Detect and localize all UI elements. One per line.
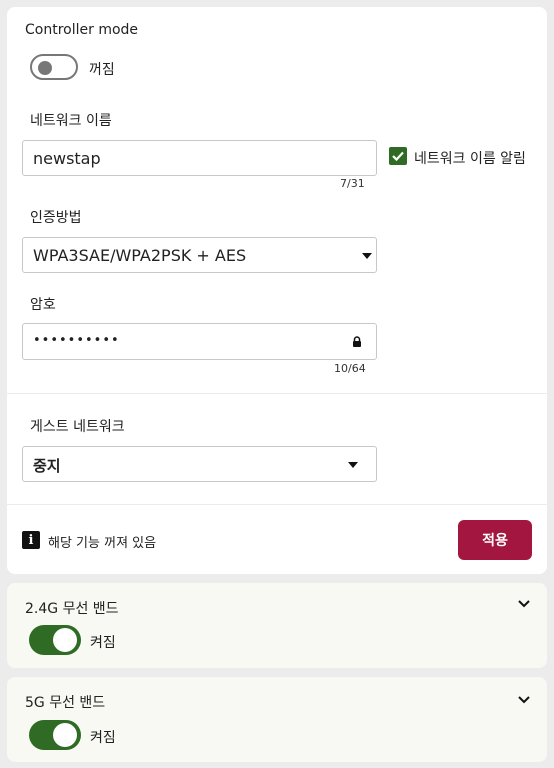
wireless-settings-card: Controller mode 꺼짐 네트워크 이름 newstap 7/31 … — [7, 7, 547, 574]
password-label: 암호 — [30, 297, 56, 313]
password-counter: 10/64 — [334, 362, 366, 375]
dropdown-caret-icon — [362, 253, 372, 259]
auth-method-label: 인증방법 — [30, 210, 82, 226]
guest-network-value: 중지 — [33, 457, 61, 475]
network-name-label: 네트워크 이름 — [30, 113, 112, 129]
band-5g-toggle[interactable] — [29, 720, 81, 750]
controller-mode-toggle[interactable] — [30, 54, 78, 80]
band-5g-title: 5G 무선 밴드 — [25, 695, 106, 711]
apply-button[interactable]: 적용 — [458, 520, 532, 560]
section-divider — [7, 504, 547, 505]
toggle-knob — [38, 61, 52, 75]
feature-off-notice: 해당 기능 꺼져 있음 — [48, 536, 157, 551]
password-input[interactable]: •••••••••• — [22, 323, 377, 360]
section-divider — [7, 393, 547, 394]
band-24g-toggle[interactable] — [29, 625, 81, 655]
band-5g-card[interactable]: 5G 무선 밴드 켜짐 — [7, 677, 547, 762]
controller-mode-label: Controller mode — [25, 22, 139, 38]
info-icon: i — [22, 531, 40, 549]
band-24g-card[interactable]: 2.4G 무선 밴드 켜짐 — [7, 583, 547, 668]
broadcast-name-label: 네트워크 이름 알림 — [414, 151, 526, 167]
chevron-down-icon[interactable] — [517, 599, 531, 609]
network-name-input[interactable]: newstap — [22, 140, 377, 176]
broadcast-name-checkbox[interactable] — [389, 147, 407, 165]
password-value: •••••••••• — [33, 333, 120, 348]
controller-mode-state: 꺼짐 — [89, 62, 115, 78]
band-24g-state: 켜짐 — [90, 635, 116, 651]
network-name-value: newstap — [33, 149, 101, 168]
band-24g-title: 2.4G 무선 밴드 — [25, 601, 119, 617]
toggle-knob — [53, 723, 77, 747]
auth-method-select[interactable]: WPA3SAE/WPA2PSK + AES — [22, 237, 377, 273]
guest-network-label: 게스트 네트워크 — [30, 419, 125, 435]
toggle-knob — [53, 628, 77, 652]
band-5g-state: 켜짐 — [90, 730, 116, 746]
chevron-down-icon[interactable] — [517, 695, 531, 705]
lock-icon — [353, 336, 361, 347]
dropdown-caret-icon — [348, 462, 358, 468]
auth-method-value: WPA3SAE/WPA2PSK + AES — [33, 246, 247, 265]
guest-network-select[interactable]: 중지 — [22, 446, 377, 482]
network-name-counter: 7/31 — [340, 177, 365, 190]
check-icon — [392, 151, 404, 162]
